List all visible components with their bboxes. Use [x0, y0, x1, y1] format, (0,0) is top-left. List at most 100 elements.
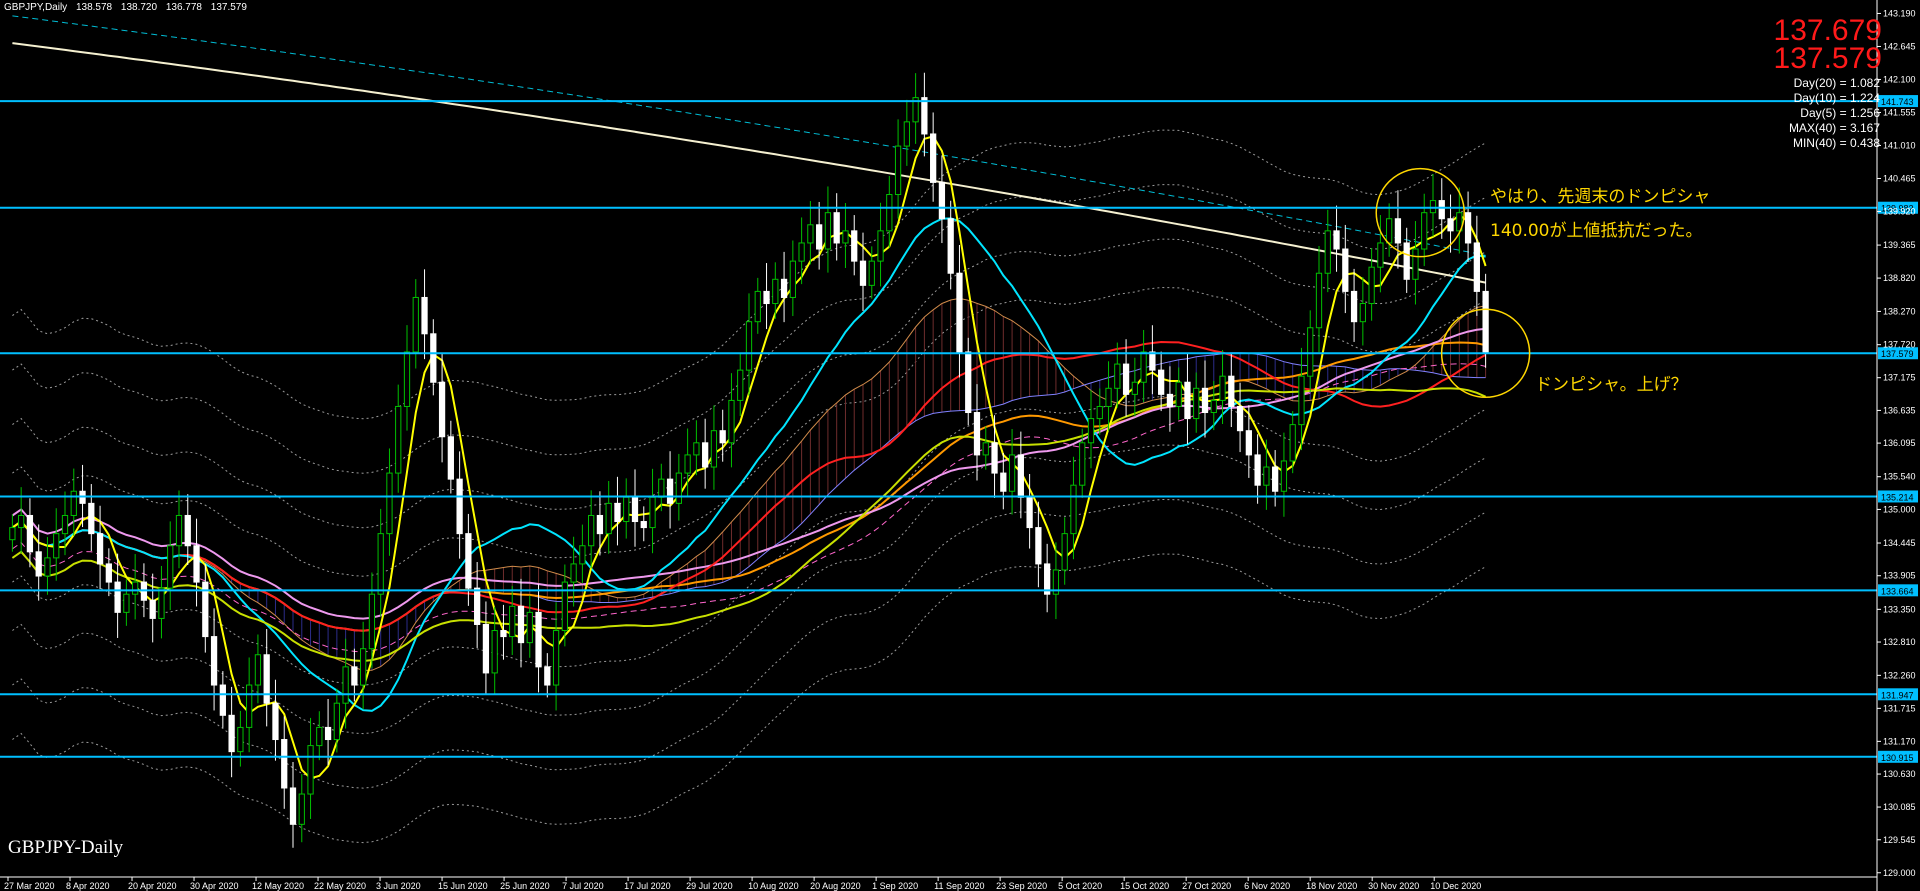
- ohlc-close: 137.579: [210, 2, 247, 13]
- candle-body: [859, 260, 867, 286]
- candle-body: [1166, 393, 1174, 407]
- annotation-line3: ドンピシャ。上げ？: [1535, 375, 1688, 395]
- candle-body: [973, 412, 981, 456]
- candle-body: [263, 654, 270, 704]
- candle-body: [1342, 248, 1349, 292]
- candle-body: [956, 272, 963, 353]
- candle-body: [1210, 399, 1217, 414]
- candle-body: [1421, 212, 1428, 250]
- price-chart[interactable]: 141.743139.982137.579135.214133.664131.9…: [0, 0, 1920, 891]
- candle-body: [675, 472, 682, 504]
- candle-body: [368, 593, 376, 650]
- candle-body: [737, 369, 744, 401]
- candle-body: [579, 545, 586, 565]
- price-tick-label: 134.445: [1883, 538, 1916, 548]
- candle-body: [1315, 272, 1323, 329]
- candle-body: [1245, 430, 1252, 456]
- candle-body: [44, 557, 51, 577]
- candle-body: [1368, 266, 1375, 305]
- stat-day10: Day(10) = 1.224: [1793, 91, 1880, 105]
- candle-body: [1228, 375, 1235, 407]
- price-tick-label: 133.905: [1883, 571, 1916, 581]
- price-tick-label: 142.645: [1883, 41, 1916, 51]
- price-tick-label: 138.270: [1883, 306, 1916, 316]
- time-tick-label: 18 Nov 2020: [1306, 881, 1357, 891]
- time-tick-label: 17 Jul 2020: [624, 881, 671, 891]
- candle-body: [702, 442, 709, 468]
- candle-body: [193, 545, 200, 583]
- time-tick-label: 15 Oct 2020: [1120, 881, 1169, 891]
- candle-body: [509, 605, 516, 638]
- candle-body: [930, 133, 937, 183]
- candle-body: [430, 333, 437, 383]
- candle-body: [167, 545, 174, 589]
- price-tick-label: 136.635: [1883, 405, 1916, 415]
- chart-watermark: GBPJPY-Daily: [8, 837, 124, 858]
- candle-body: [824, 212, 832, 250]
- candle-body: [307, 745, 314, 795]
- time-tick-label: 27 Mar 2020: [4, 881, 55, 891]
- candle-body: [1149, 351, 1156, 371]
- candle-body: [9, 527, 16, 541]
- price-tick-label: 133.350: [1883, 604, 1916, 614]
- candle-body: [316, 726, 323, 747]
- time-tick-label: 20 Apr 2020: [128, 881, 177, 891]
- candle-body: [360, 648, 367, 686]
- candle-body: [333, 702, 340, 741]
- candle-body: [1008, 454, 1016, 492]
- time-tick-label: 30 Apr 2020: [190, 881, 239, 891]
- candle-body: [1307, 327, 1314, 377]
- candle-body: [982, 442, 989, 456]
- time-tick-label: 5 Oct 2020: [1058, 881, 1102, 891]
- candle-body: [754, 290, 761, 323]
- candle-body: [1114, 363, 1121, 389]
- candle-body: [570, 563, 577, 583]
- candle-body: [772, 278, 779, 305]
- candle-body: [1473, 242, 1480, 292]
- candle-body: [1105, 387, 1112, 407]
- candle-body: [666, 478, 674, 504]
- candle-body: [1158, 369, 1165, 395]
- time-tick-label: 8 Apr 2020: [66, 881, 110, 891]
- price-tick-label: 139.365: [1883, 240, 1916, 250]
- candle-body: [254, 654, 262, 686]
- candle-body: [1386, 218, 1393, 244]
- candle-body: [1263, 466, 1270, 486]
- candle-body: [1131, 381, 1138, 395]
- candle-body: [552, 630, 560, 686]
- candle-body: [763, 290, 770, 305]
- candle-body: [447, 436, 454, 480]
- candle-body: [1350, 290, 1358, 323]
- candle-body: [710, 430, 718, 468]
- candle-body: [246, 684, 253, 728]
- candle-body: [1061, 533, 1068, 571]
- candle-body: [1324, 230, 1331, 274]
- candle-body: [780, 278, 788, 298]
- level-tag-text-4: 133.664: [1881, 586, 1914, 596]
- candle-body: [588, 514, 595, 547]
- candle-body: [605, 502, 612, 535]
- candle-body: [965, 351, 972, 414]
- time-tick-label: 11 Sep 2020: [934, 881, 984, 891]
- price-tick-label: 142.100: [1883, 74, 1916, 84]
- candle-body: [649, 496, 656, 529]
- candle-body: [842, 230, 849, 244]
- candle-body: [456, 478, 463, 535]
- candle-body: [184, 514, 191, 547]
- candle-body: [272, 702, 279, 741]
- candle-body: [88, 502, 95, 535]
- candle-body: [158, 587, 165, 619]
- candle-body: [851, 230, 858, 262]
- range-stats: Day(20) = 1.082 Day(10) = 1.224 Day(5) =…: [1789, 76, 1880, 151]
- price-tick-label: 141.010: [1883, 140, 1916, 150]
- candle-body: [1140, 351, 1147, 383]
- candle-body: [1254, 454, 1261, 486]
- time-tick-label: 10 Dec 2020: [1430, 881, 1481, 891]
- level-tag-text-6: 130.915: [1881, 753, 1914, 763]
- ohlc-open: 138.578: [75, 2, 113, 13]
- candle-body: [219, 684, 226, 716]
- candle-body: [745, 321, 753, 371]
- candle-body: [324, 726, 332, 741]
- bid-price: 137.579: [1773, 42, 1882, 75]
- candle-body: [500, 630, 507, 638]
